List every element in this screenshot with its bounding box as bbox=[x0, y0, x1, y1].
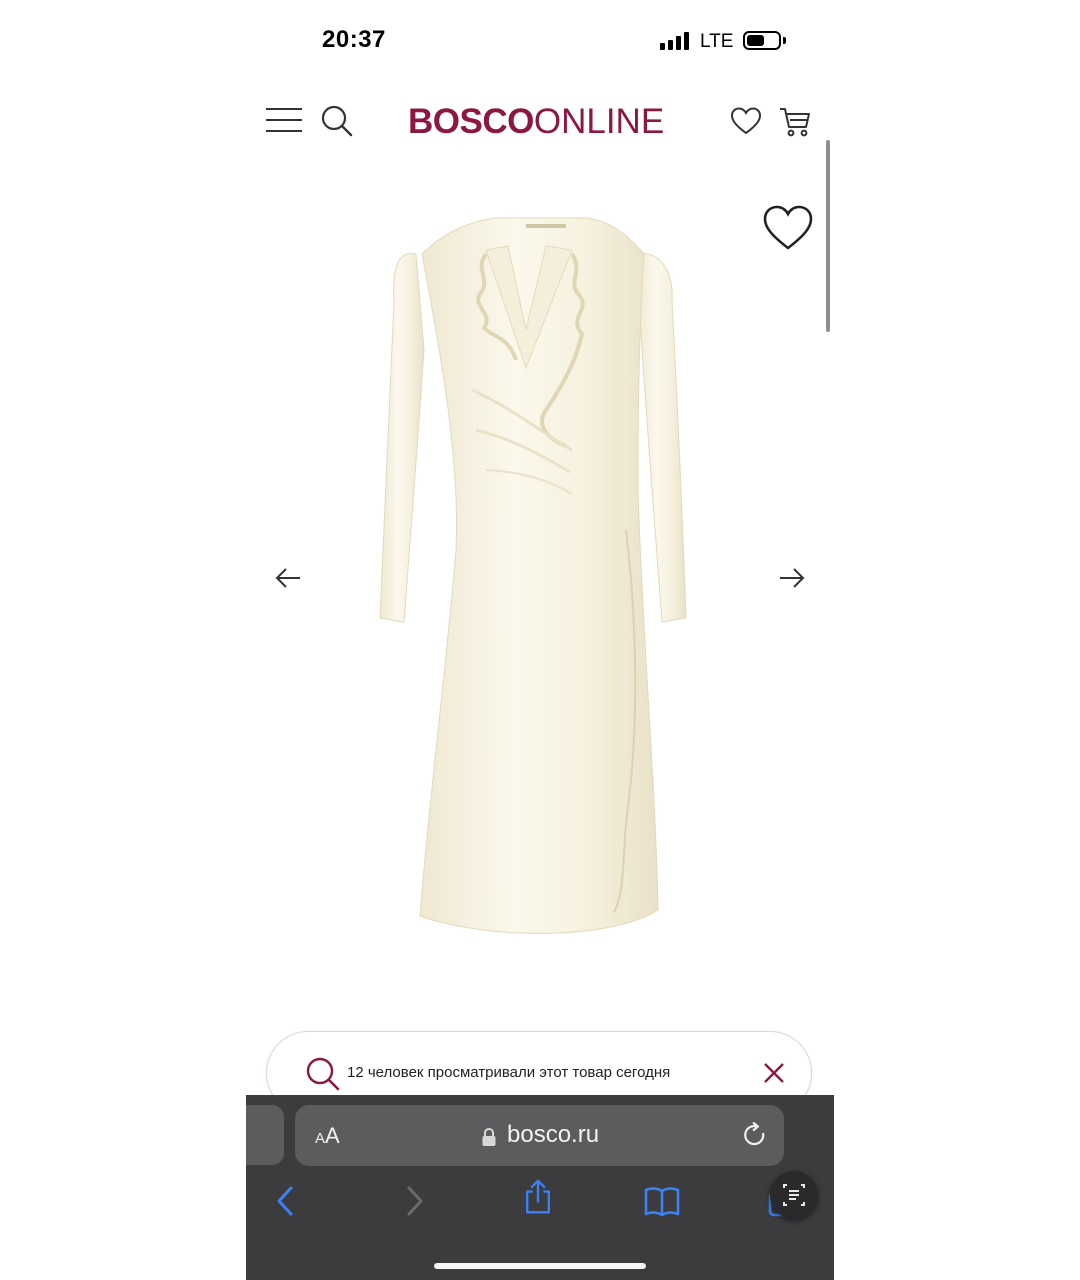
battery-level bbox=[747, 35, 764, 46]
home-indicator[interactable] bbox=[434, 1263, 646, 1269]
browser-toolbar: AA bosco.ru bbox=[246, 1095, 834, 1280]
notice-text: 12 человек просматривали этот товар сего… bbox=[347, 1064, 671, 1081]
logo-bold-text: BOSCO bbox=[408, 102, 534, 141]
phone-screen: 20:37 LTE BOSCOONLINE 12 человек просмат… bbox=[246, 0, 834, 1280]
share-icon[interactable] bbox=[520, 1179, 556, 1215]
menu-icon[interactable] bbox=[266, 106, 302, 134]
arrow-right-icon[interactable] bbox=[776, 564, 806, 592]
close-icon[interactable] bbox=[763, 1062, 785, 1084]
network-label: LTE bbox=[700, 31, 734, 52]
heart-icon[interactable] bbox=[730, 106, 762, 136]
status-bar: 20:37 LTE bbox=[246, 0, 834, 80]
text-size-small: A bbox=[315, 1130, 326, 1147]
signal-icon bbox=[660, 32, 692, 50]
arrow-left-icon[interactable] bbox=[274, 564, 304, 592]
lock-icon bbox=[482, 1127, 496, 1146]
text-size-large: A bbox=[325, 1123, 340, 1148]
page-scrollbar[interactable] bbox=[826, 140, 830, 332]
reader-icon bbox=[783, 1184, 805, 1206]
back-icon[interactable] bbox=[268, 1183, 304, 1219]
bookmarks-icon[interactable] bbox=[644, 1183, 680, 1219]
notice-search-icon bbox=[306, 1057, 340, 1091]
site-logo[interactable]: BOSCOONLINE bbox=[408, 102, 664, 142]
search-icon[interactable] bbox=[320, 104, 354, 138]
battery-cap bbox=[783, 37, 786, 44]
previous-tab-preview[interactable] bbox=[246, 1105, 284, 1165]
url-text: bosco.ru bbox=[507, 1121, 600, 1148]
reader-button[interactable] bbox=[770, 1171, 818, 1219]
status-time: 20:37 bbox=[322, 26, 386, 53]
site-header: BOSCOONLINE bbox=[246, 90, 834, 152]
reload-icon[interactable] bbox=[742, 1121, 768, 1149]
text-size-button[interactable]: AA bbox=[315, 1123, 340, 1149]
address-bar[interactable]: AA bosco.ru bbox=[295, 1105, 784, 1166]
forward-icon[interactable] bbox=[396, 1183, 432, 1219]
battery-icon bbox=[743, 31, 781, 50]
logo-light-text: ONLINE bbox=[533, 102, 665, 141]
product-image[interactable] bbox=[376, 210, 706, 950]
heart-outline-icon[interactable] bbox=[762, 204, 814, 252]
cart-icon[interactable] bbox=[778, 104, 812, 138]
